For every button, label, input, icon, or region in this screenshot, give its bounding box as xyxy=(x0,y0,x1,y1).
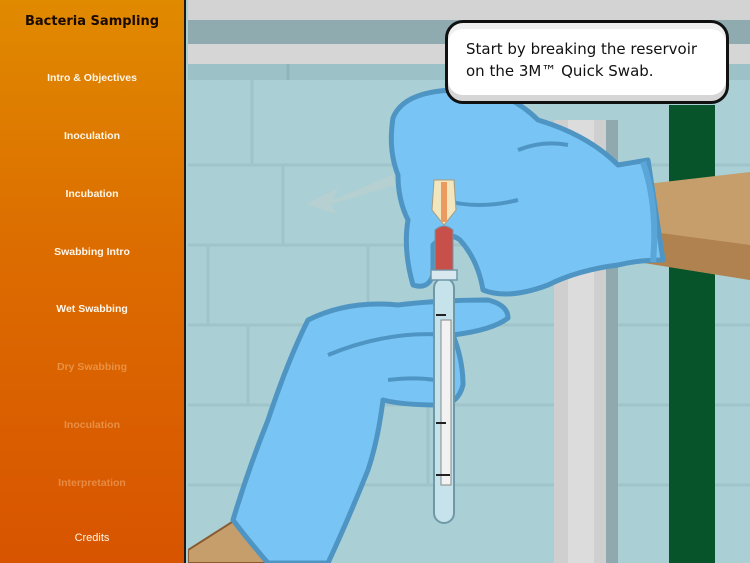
simulation-scene: Start by breaking the reservoir on the 3… xyxy=(188,0,750,563)
nav-item-wet-swabbing[interactable]: Wet Swabbing xyxy=(0,303,184,315)
nav-item-swabbing-intro[interactable]: Swabbing Intro xyxy=(0,246,184,258)
swab-stick xyxy=(440,319,452,486)
valve-core xyxy=(441,182,447,222)
instruction-text: Start by breaking the reservoir on the 3… xyxy=(466,40,698,80)
nav-item-inoculation[interactable]: Inoculation xyxy=(0,130,184,142)
reservoir-liquid xyxy=(434,225,454,271)
green-pipe xyxy=(669,105,715,563)
nav-item-interpretation: Interpretation xyxy=(58,477,126,489)
instruction-bubble: Start by breaking the reservoir on the 3… xyxy=(445,20,729,104)
app-title: Bacteria Sampling xyxy=(24,14,160,29)
nav-item-dry-swabbing: Dry Swabbing xyxy=(56,361,127,373)
quick-swab[interactable] xyxy=(430,179,458,524)
nav-item-incubation[interactable]: Incubation xyxy=(0,188,184,200)
nav-item-intro-objectives[interactable]: Intro & Objectives xyxy=(0,72,184,84)
tube-cap-ring xyxy=(430,269,458,281)
sidebar-nav: Bacteria Sampling Intro & Objectives Ino… xyxy=(0,0,186,563)
nav-item-credits[interactable]: Credits xyxy=(0,532,184,544)
top-pipe xyxy=(188,0,750,20)
nav-item-inoculation-2: Inoculation xyxy=(64,419,120,431)
